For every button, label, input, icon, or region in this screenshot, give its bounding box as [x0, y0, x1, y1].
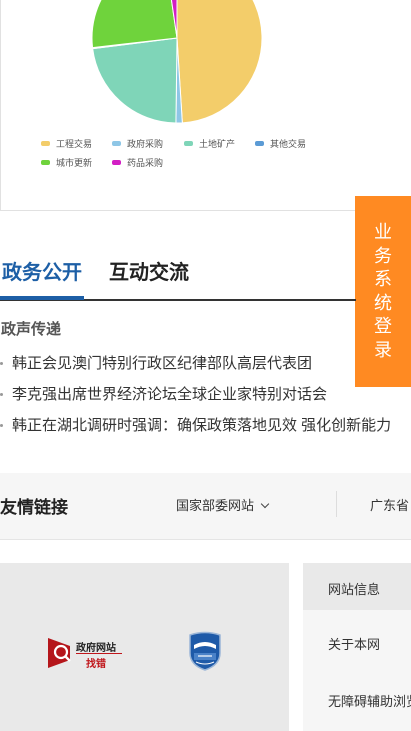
ministry-sites-dropdown[interactable]: 国家部委网站	[176, 495, 270, 514]
news-title: 韩正会见澳门特别行政区纪律部队高层代表团	[12, 355, 313, 372]
legend-label: 其他交易	[270, 139, 307, 149]
pie-slice-0	[176, 0, 263, 124]
province-sites-dropdown[interactable]: 广东省	[370, 495, 409, 514]
footer-link-accessibility[interactable]: 无障碍辅助浏览	[328, 691, 411, 710]
logo-text: 政府网站	[76, 643, 116, 654]
bullet-icon	[0, 424, 3, 427]
legend-swatch	[41, 160, 50, 166]
bullet-icon	[0, 362, 3, 365]
legend-swatch	[255, 141, 264, 147]
pie-slice-2	[92, 37, 178, 124]
tab-interaction[interactable]: 互动交流	[109, 256, 189, 285]
news-title: 李克强出席世界经济论坛全球企业家特别对话会	[12, 386, 328, 403]
legend-label: 药品采购	[127, 158, 164, 168]
legend-swatch	[41, 141, 50, 147]
logo-rule	[76, 653, 122, 654]
legend-swatch	[112, 141, 121, 147]
friendly-links-bar: 友情链接 国家部委网站 广东省	[0, 473, 411, 540]
news-item[interactable]: 韩正会见澳门特别行政区纪律部队高层代表团	[0, 348, 411, 379]
footer-links-bg	[303, 610, 411, 731]
footer-link-about[interactable]: 关于本网	[328, 634, 380, 653]
news-list: 韩正会见澳门特别行政区纪律部队高层代表团 李克强出席世界经济论坛全球企业家特别对…	[0, 348, 411, 441]
legend-label: 工程交易	[56, 139, 93, 149]
dropdown-label: 广东省	[370, 498, 410, 513]
logo-text: 找错	[86, 659, 106, 670]
news-item[interactable]: 李克强出席世界经济论坛全球企业家特别对话会	[0, 379, 411, 410]
legend-item[interactable]: 政府采购	[112, 138, 163, 150]
news-item[interactable]: 韩正在湖北调研时强调：确保政策落地见效 强化创新能力	[0, 410, 411, 441]
tab-gov-affairs[interactable]: 政务公开	[2, 256, 82, 285]
footer-link-site-info[interactable]: 网站信息	[328, 579, 380, 598]
legend-item[interactable]: 其他交易	[255, 138, 306, 150]
section-title: 政声传递	[1, 321, 62, 338]
magnifier-logo-icon	[48, 638, 71, 668]
divider	[336, 491, 337, 517]
news-title: 韩正在湖北调研时强调：确保政策落地见效 强化创新能力	[12, 417, 392, 434]
friendly-links-title: 友情链接	[0, 498, 68, 517]
legend-item[interactable]: 药品采购	[112, 157, 163, 169]
bullet-icon	[0, 393, 3, 396]
legend-swatch	[184, 141, 193, 147]
chevron-down-icon	[260, 499, 270, 509]
legend-item[interactable]: 工程交易	[41, 138, 92, 150]
active-tab-indicator	[0, 296, 84, 300]
legend-item[interactable]: 城市更新	[41, 157, 92, 169]
login-char: 登	[374, 316, 392, 336]
legend-item[interactable]: 土地矿产	[184, 138, 235, 150]
legend-swatch	[112, 160, 121, 166]
dropdown-label: 国家部委网站	[176, 498, 255, 513]
legend-label: 土地矿产	[199, 139, 236, 149]
legend-label: 政府采购	[127, 139, 164, 149]
pie-chart	[91, 0, 263, 124]
legend-label: 城市更新	[56, 158, 93, 168]
public-institution-badge-icon[interactable]	[188, 631, 222, 671]
gov-site-error-report-logo[interactable]: 政府网站 找错	[48, 636, 124, 670]
footer-logos	[0, 563, 289, 731]
content-tabs: 政务公开 互动交流	[0, 240, 411, 300]
chart-card: 工程交易 政府采购 土地矿产 其他交易城市更新 药品采购	[0, 0, 411, 211]
